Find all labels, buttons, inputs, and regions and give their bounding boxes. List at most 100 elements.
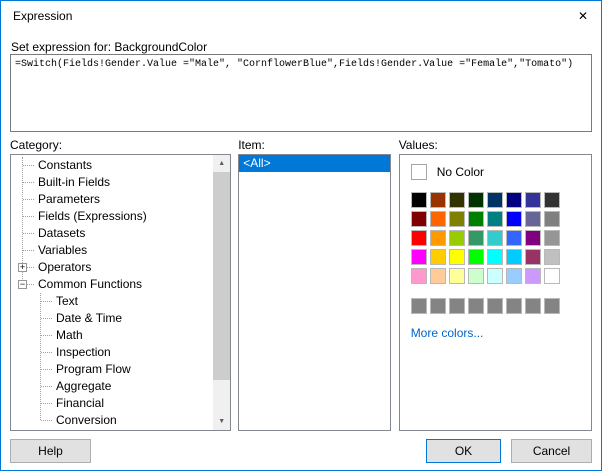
- color-swatch-ff9900[interactable]: [429, 230, 446, 246]
- expression-dialog: Expression ✕ Set expression for: Backgro…: [0, 0, 602, 471]
- color-swatch-003366[interactable]: [486, 192, 503, 208]
- ok-button[interactable]: OK: [426, 439, 501, 463]
- category-item-common-functions[interactable]: − Common Functions: [11, 276, 213, 293]
- values-column: Values: No Color More colors...: [398, 138, 592, 431]
- category-tree: Constants Built-in Fields Parameters Fields…: [11, 155, 213, 430]
- category-item-datasets[interactable]: Datasets: [11, 225, 213, 242]
- color-swatch-008080[interactable]: [486, 211, 503, 227]
- category-item-constants[interactable]: Constants: [11, 157, 213, 174]
- category-item-label: Program Flow: [56, 362, 131, 376]
- category-item-conversion[interactable]: Conversion: [11, 412, 213, 429]
- color-swatch-0000ff[interactable]: [505, 211, 522, 227]
- cancel-button[interactable]: Cancel: [511, 439, 592, 463]
- custom-color-slot-3[interactable]: [448, 298, 465, 314]
- custom-color-row: [410, 298, 580, 314]
- custom-color-slot-5[interactable]: [486, 298, 503, 314]
- title-bar[interactable]: Expression ✕: [1, 1, 601, 31]
- category-item-program-flow[interactable]: Program Flow: [11, 361, 213, 378]
- color-swatch-ccffcc[interactable]: [467, 268, 484, 284]
- no-color-option[interactable]: No Color: [410, 164, 580, 180]
- color-swatch-333333[interactable]: [543, 192, 560, 208]
- category-item-fields-expressions[interactable]: Fields (Expressions): [11, 208, 213, 225]
- set-expression-label: Set expression for: BackgroundColor: [11, 40, 208, 54]
- color-swatch-808080[interactable]: [543, 211, 560, 227]
- category-item-text[interactable]: Text: [11, 293, 213, 310]
- color-swatch-333300[interactable]: [448, 192, 465, 208]
- color-swatch-99ccff[interactable]: [505, 268, 522, 284]
- custom-color-slot-4[interactable]: [467, 298, 484, 314]
- color-swatch-ffcc99[interactable]: [429, 268, 446, 284]
- category-item-label: Conversion: [56, 413, 117, 427]
- category-item-date-time[interactable]: Date & Time: [11, 310, 213, 327]
- selection-panels: Category: Constants Built-in Fields Parame…: [10, 138, 592, 431]
- scroll-down-icon[interactable]: ▼: [213, 413, 230, 430]
- color-swatch-ff99cc[interactable]: [410, 268, 427, 284]
- color-swatch-339966[interactable]: [467, 230, 484, 246]
- category-item-aggregate[interactable]: Aggregate: [11, 378, 213, 395]
- color-swatch-00ffff[interactable]: [486, 249, 503, 265]
- category-item-operators[interactable]: + Operators: [11, 259, 213, 276]
- color-swatch-00ccff[interactable]: [505, 249, 522, 265]
- color-swatch-000000[interactable]: [410, 192, 427, 208]
- values-label: Values:: [398, 138, 438, 152]
- color-swatch-800000[interactable]: [410, 211, 427, 227]
- scrollbar-thumb[interactable]: [213, 172, 231, 380]
- color-swatch-cc99ff[interactable]: [524, 268, 541, 284]
- color-swatch-808000[interactable]: [448, 211, 465, 227]
- category-item-math[interactable]: Math: [11, 327, 213, 344]
- color-swatch-969696[interactable]: [543, 230, 560, 246]
- custom-color-slot-8[interactable]: [543, 298, 560, 314]
- item-list: <All>: [239, 155, 390, 430]
- more-colors-link[interactable]: More colors...: [411, 326, 484, 340]
- values-panel: No Color More colors...: [398, 154, 592, 431]
- item-entry[interactable]: <All>: [239, 155, 390, 172]
- color-swatch-333399[interactable]: [524, 192, 541, 208]
- category-item-label: Operators: [38, 260, 92, 274]
- category-item-label: Datasets: [38, 226, 86, 240]
- scroll-up-icon[interactable]: ▲: [213, 155, 230, 172]
- help-button[interactable]: Help: [10, 439, 91, 463]
- custom-color-slot-2[interactable]: [429, 298, 446, 314]
- color-swatch-00ff00[interactable]: [467, 249, 484, 265]
- color-swatch-3366ff[interactable]: [505, 230, 522, 246]
- color-swatch-003300[interactable]: [467, 192, 484, 208]
- color-swatch-008000[interactable]: [467, 211, 484, 227]
- category-item-inspection[interactable]: Inspection: [11, 344, 213, 361]
- color-swatch-c0c0c0[interactable]: [543, 249, 560, 265]
- expand-icon[interactable]: +: [18, 263, 27, 272]
- color-swatch-993300[interactable]: [429, 192, 446, 208]
- category-item-parameters[interactable]: Parameters: [11, 191, 213, 208]
- custom-color-slot-1[interactable]: [410, 298, 427, 314]
- category-item-label: Text: [56, 294, 79, 308]
- category-item-label: Built-in Fields: [38, 175, 111, 189]
- custom-color-slot-7[interactable]: [524, 298, 541, 314]
- color-swatch-ff0000[interactable]: [410, 230, 427, 246]
- no-color-swatch[interactable]: [410, 164, 427, 180]
- color-swatch-666699[interactable]: [524, 211, 541, 227]
- expression-editor[interactable]: =Switch(Fields!Gender.Value ="Male", "Co…: [10, 54, 592, 132]
- color-swatch-ccffff[interactable]: [486, 268, 503, 284]
- color-swatch-99cc00[interactable]: [448, 230, 465, 246]
- category-item-financial[interactable]: Financial: [11, 395, 213, 412]
- color-swatch-800080[interactable]: [524, 230, 541, 246]
- color-swatch-ff6600[interactable]: [429, 211, 446, 227]
- category-item-label: Inspection: [56, 345, 111, 359]
- custom-color-slot-6[interactable]: [505, 298, 522, 314]
- category-item-label: Aggregate: [56, 379, 112, 393]
- color-swatch-ffff00[interactable]: [448, 249, 465, 265]
- category-item-variables[interactable]: Variables: [11, 242, 213, 259]
- color-swatch-ffcc00[interactable]: [429, 249, 446, 265]
- category-item-label: Constants: [38, 158, 93, 172]
- close-icon[interactable]: ✕: [565, 1, 601, 31]
- category-item-label: Common Functions: [38, 277, 143, 291]
- color-swatch-000080[interactable]: [505, 192, 522, 208]
- category-scrollbar[interactable]: ▲ ▼: [213, 155, 231, 430]
- window-title: Expression: [13, 9, 73, 23]
- color-swatch-993366[interactable]: [524, 249, 541, 265]
- category-item-built-in-fields[interactable]: Built-in Fields: [11, 174, 213, 191]
- color-swatch-ffff99[interactable]: [448, 268, 465, 284]
- collapse-icon[interactable]: −: [18, 280, 27, 289]
- color-swatch-ffffff[interactable]: [543, 268, 560, 284]
- color-swatch-33cccc[interactable]: [486, 230, 503, 246]
- color-swatch-ff00ff[interactable]: [410, 249, 427, 265]
